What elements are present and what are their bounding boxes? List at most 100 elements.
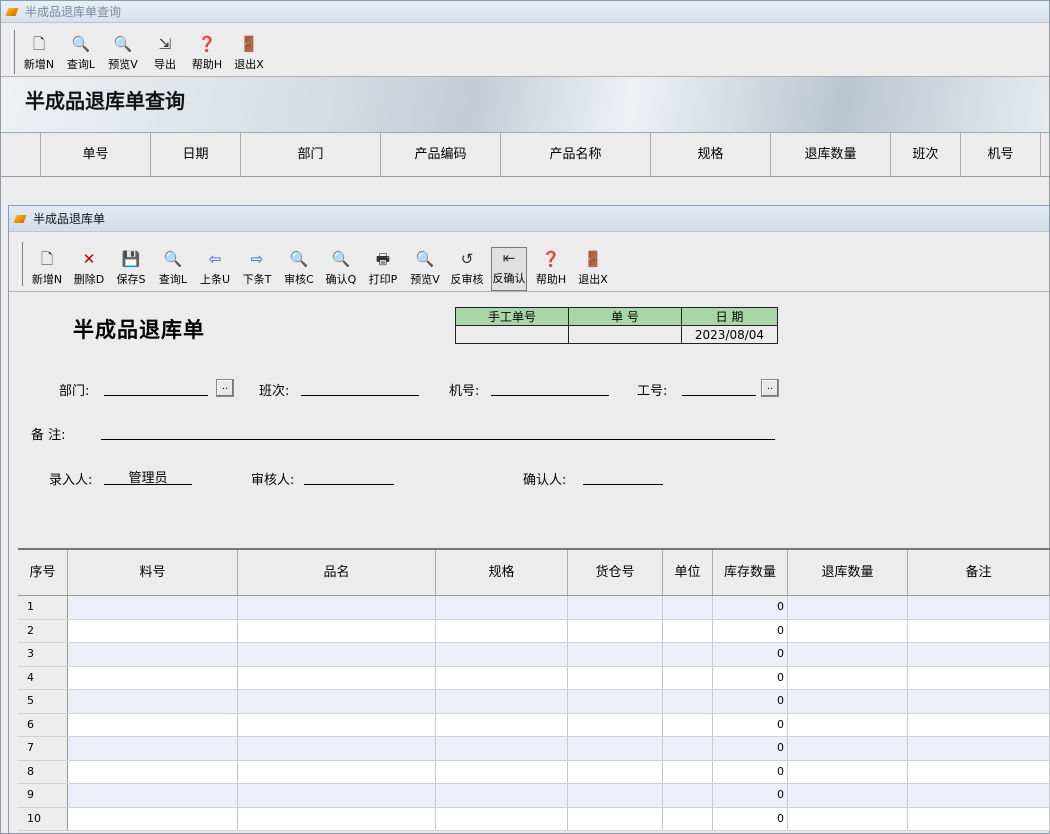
table-cell[interactable] (68, 666, 238, 689)
toolbar-button-magnifier-7[interactable]: 🔍 确认Q (323, 249, 359, 291)
query-col-header[interactable]: 部门 (241, 132, 381, 177)
table-cell[interactable] (436, 784, 568, 807)
stock-qty-cell[interactable]: 0 (713, 643, 788, 666)
table-cell[interactable] (436, 690, 568, 713)
table-cell[interactable] (908, 619, 1050, 642)
dept-picker-button[interactable]: .. (216, 379, 234, 397)
toolbar-button-new-doc-0[interactable]: 🗋 新增N (21, 34, 57, 76)
toolbar-button-query-1[interactable]: 🔍 查询L (63, 34, 99, 76)
toolbar-button-query-3[interactable]: 🔍 查询L (155, 249, 191, 291)
table-row[interactable]: 70 (18, 737, 1050, 761)
stock-qty-cell[interactable]: 0 (713, 596, 788, 619)
table-cell[interactable] (788, 666, 908, 689)
table-cell[interactable] (436, 619, 568, 642)
table-cell[interactable] (908, 643, 1050, 666)
entry-field[interactable]: 管理员 (104, 467, 192, 486)
auditor-field[interactable] (304, 467, 394, 485)
table-cell[interactable] (68, 807, 238, 830)
table-cell[interactable] (663, 643, 713, 666)
table-cell[interactable] (238, 713, 436, 736)
table-cell[interactable] (568, 666, 663, 689)
date-field[interactable]: 2023/08/04 (681, 325, 778, 344)
table-cell[interactable] (68, 713, 238, 736)
stock-qty-cell[interactable]: 0 (713, 713, 788, 736)
table-cell[interactable] (238, 760, 436, 783)
machine-field[interactable] (491, 378, 609, 396)
detail-col-header[interactable]: 规格 (436, 550, 568, 595)
manual-no-field[interactable] (455, 325, 569, 344)
table-cell[interactable] (663, 619, 713, 642)
toolbar-button-unconfirm-11[interactable]: ⇤ 反确认 (491, 247, 527, 291)
table-cell[interactable] (238, 619, 436, 642)
table-cell[interactable] (568, 690, 663, 713)
table-cell[interactable] (238, 737, 436, 760)
stock-qty-cell[interactable]: 0 (713, 760, 788, 783)
query-col-header[interactable]: 退库数量 (771, 132, 891, 177)
table-cell[interactable] (908, 596, 1050, 619)
table-row[interactable]: 90 (18, 784, 1050, 808)
table-cell[interactable] (788, 784, 908, 807)
table-cell[interactable] (663, 807, 713, 830)
toolbar-button-exit-5[interactable]: 🚪 退出X (231, 34, 267, 76)
table-cell[interactable] (908, 690, 1050, 713)
table-cell[interactable] (436, 666, 568, 689)
table-cell[interactable] (788, 807, 908, 830)
table-cell[interactable] (908, 666, 1050, 689)
table-cell[interactable] (68, 643, 238, 666)
toolbar-button-unaudit-10[interactable]: ↺ 反审核 (449, 249, 485, 291)
toolbar-button-save-2[interactable]: 💾 保存S (113, 249, 149, 291)
table-row[interactable]: 80 (18, 760, 1050, 784)
table-cell[interactable] (663, 690, 713, 713)
table-cell[interactable] (908, 807, 1050, 830)
table-cell[interactable] (238, 666, 436, 689)
toolbar-button-delete-1[interactable]: ✕ 删除D (71, 249, 107, 291)
toolbar-grip[interactable] (19, 241, 23, 286)
table-cell[interactable] (663, 596, 713, 619)
toolbar-button-export-3[interactable]: ⇲ 导出 (147, 34, 183, 76)
table-cell[interactable] (568, 713, 663, 736)
query-col-header[interactable]: 机号 (961, 132, 1041, 177)
table-cell[interactable] (68, 760, 238, 783)
query-col-header[interactable]: 单号 (41, 132, 151, 177)
table-cell[interactable] (436, 643, 568, 666)
table-row[interactable]: 60 (18, 713, 1050, 737)
detail-col-header[interactable]: 备注 (908, 550, 1050, 595)
table-cell[interactable] (238, 784, 436, 807)
table-cell[interactable] (788, 713, 908, 736)
table-cell[interactable] (908, 713, 1050, 736)
table-cell[interactable] (568, 807, 663, 830)
worker-field[interactable] (682, 378, 756, 396)
table-cell[interactable] (788, 596, 908, 619)
worker-picker-button[interactable]: .. (761, 379, 779, 397)
stock-qty-cell[interactable]: 0 (713, 807, 788, 830)
table-cell[interactable] (68, 784, 238, 807)
detail-col-header[interactable]: 库存数量 (713, 550, 788, 595)
table-cell[interactable] (68, 619, 238, 642)
dept-field[interactable] (104, 378, 208, 396)
table-cell[interactable] (568, 596, 663, 619)
confirmer-field[interactable] (583, 467, 663, 485)
table-row[interactable]: 20 (18, 619, 1050, 643)
shift-field[interactable] (301, 378, 419, 396)
toolbar-button-magnifier-6[interactable]: 🔍 审核C (281, 249, 317, 291)
table-row[interactable]: 40 (18, 666, 1050, 690)
query-col-header[interactable]: 规格 (651, 132, 771, 177)
table-cell[interactable] (788, 737, 908, 760)
query-col-header[interactable]: 日期 (151, 132, 241, 177)
table-cell[interactable] (788, 690, 908, 713)
query-col-header[interactable]: 产品编码 (381, 132, 501, 177)
table-cell[interactable] (238, 643, 436, 666)
table-cell[interactable] (238, 807, 436, 830)
toolbar-button-new-doc-0[interactable]: 🗋 新增N (29, 249, 65, 291)
toolbar-grip[interactable] (11, 29, 15, 74)
detail-col-header[interactable]: 退库数量 (788, 550, 908, 595)
table-cell[interactable] (663, 713, 713, 736)
table-cell[interactable] (568, 643, 663, 666)
table-row[interactable]: 30 (18, 643, 1050, 667)
stock-qty-cell[interactable]: 0 (713, 784, 788, 807)
table-cell[interactable] (908, 760, 1050, 783)
toolbar-button-arrow-right-5[interactable]: ⇨ 下条T (239, 249, 275, 291)
detail-col-header[interactable]: 单位 (663, 550, 713, 595)
remark-field[interactable] (101, 422, 775, 440)
table-cell[interactable] (436, 713, 568, 736)
